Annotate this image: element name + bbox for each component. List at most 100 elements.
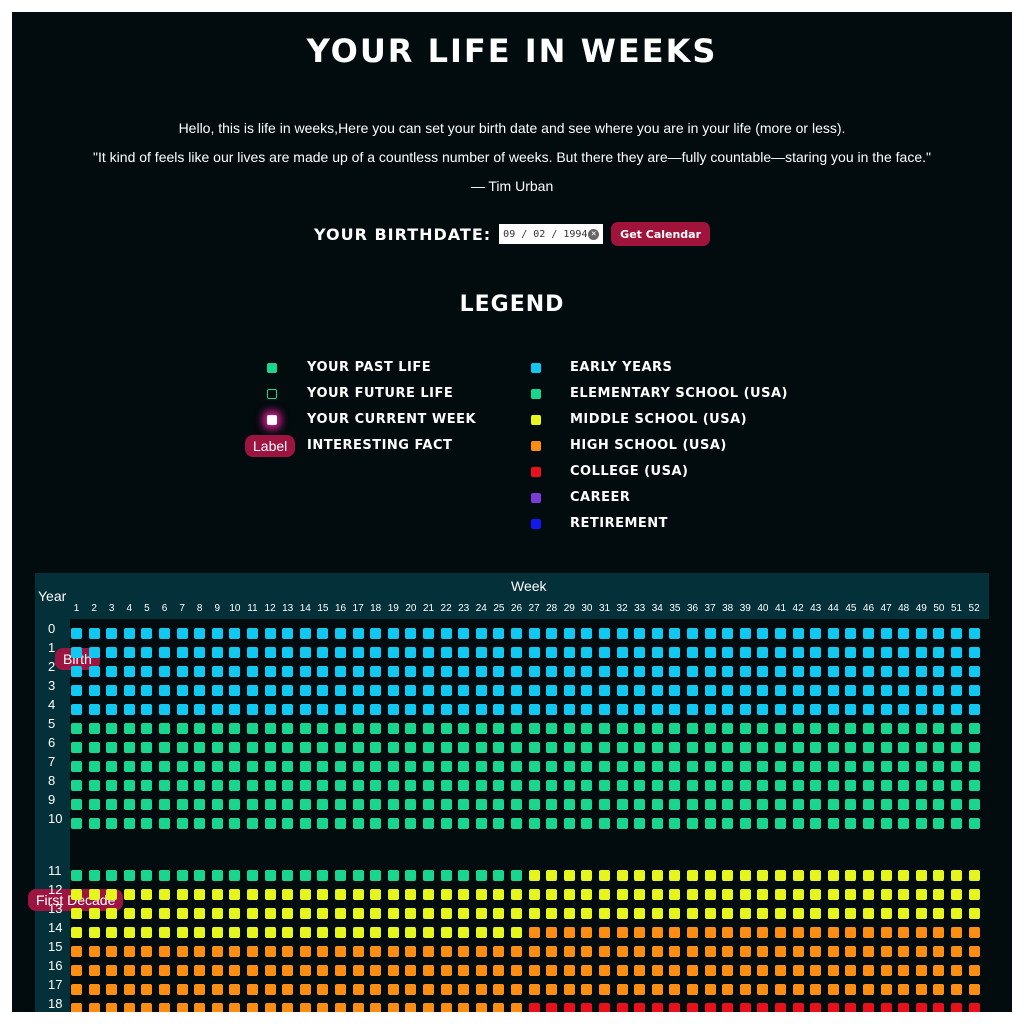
week-cell[interactable] [194,685,206,696]
week-cell[interactable] [616,704,628,715]
get-calendar-button[interactable]: Get Calendar [611,222,711,246]
week-cell[interactable] [405,761,417,772]
week-cell[interactable] [458,984,470,995]
week-cell[interactable] [775,723,786,734]
week-cell[interactable] [546,818,558,829]
week-cell[interactable] [423,742,434,753]
week-cell[interactable] [915,761,927,772]
week-cell[interactable] [88,628,100,639]
week-cell[interactable] [352,780,364,791]
week-cell[interactable] [739,628,751,639]
week-cell[interactable] [968,647,980,658]
week-cell[interactable] [933,889,945,900]
week-cell[interactable] [141,965,153,976]
week-cell[interactable] [123,628,135,639]
week-cell[interactable] [651,628,663,639]
week-cell[interactable] [669,628,681,639]
week-cell[interactable] [335,742,346,753]
week-cell[interactable] [176,685,188,696]
week-cell[interactable] [159,965,170,976]
week-cell[interactable] [845,889,857,900]
week-cell[interactable] [247,984,258,995]
week-cell[interactable] [106,780,118,791]
week-cell[interactable] [299,666,311,677]
week-cell[interactable] [827,1003,839,1012]
week-cell[interactable] [880,927,892,938]
week-cell[interactable] [669,780,681,791]
week-cell[interactable] [669,742,681,753]
week-cell[interactable] [898,927,910,938]
week-cell[interactable] [599,723,610,734]
week-cell[interactable] [387,723,399,734]
week-cell[interactable] [247,818,258,829]
week-cell[interactable] [211,647,223,658]
week-cell[interactable] [176,984,188,995]
week-cell[interactable] [722,889,734,900]
week-cell[interactable] [282,780,294,791]
week-cell[interactable] [317,889,329,900]
week-cell[interactable] [687,799,698,810]
week-cell[interactable] [264,761,276,772]
week-cell[interactable] [827,780,839,791]
week-cell[interactable] [581,889,593,900]
week-cell[interactable] [898,946,910,957]
week-cell[interactable] [722,666,734,677]
week-cell[interactable] [898,1003,910,1012]
week-cell[interactable] [616,946,628,957]
week-cell[interactable] [722,628,734,639]
week-cell[interactable] [475,685,487,696]
week-cell[interactable] [951,889,962,900]
week-cell[interactable] [511,761,522,772]
week-cell[interactable] [229,704,241,715]
week-cell[interactable] [915,666,927,677]
week-cell[interactable] [106,870,118,881]
week-cell[interactable] [898,799,910,810]
week-cell[interactable] [792,628,804,639]
week-cell[interactable] [968,927,980,938]
clear-icon[interactable]: ✕ [588,228,600,240]
week-cell[interactable] [159,927,170,938]
week-cell[interactable] [669,870,681,881]
week-cell[interactable] [493,908,505,919]
week-cell[interactable] [863,742,874,753]
week-cell[interactable] [528,780,540,791]
week-cell[interactable] [335,628,346,639]
week-cell[interactable] [106,984,118,995]
week-cell[interactable] [440,742,452,753]
week-cell[interactable] [951,965,962,976]
week-cell[interactable] [247,647,258,658]
week-cell[interactable] [898,761,910,772]
week-cell[interactable] [933,965,945,976]
week-cell[interactable] [475,870,487,881]
week-cell[interactable] [651,1003,663,1012]
week-cell[interactable] [194,628,206,639]
week-cell[interactable] [528,628,540,639]
week-cell[interactable] [475,908,487,919]
week-cell[interactable] [299,799,311,810]
week-cell[interactable] [757,818,769,829]
week-cell[interactable] [440,889,452,900]
week-cell[interactable] [880,908,892,919]
week-cell[interactable] [528,984,540,995]
week-cell[interactable] [880,870,892,881]
week-cell[interactable] [282,818,294,829]
week-cell[interactable] [528,666,540,677]
week-cell[interactable] [968,965,980,976]
week-cell[interactable] [475,647,487,658]
week-cell[interactable] [757,761,769,772]
week-cell[interactable] [546,723,558,734]
week-cell[interactable] [810,908,822,919]
week-cell[interactable] [687,704,698,715]
week-cell[interactable] [845,685,857,696]
week-cell[interactable] [915,799,927,810]
week-cell[interactable] [563,685,575,696]
week-cell[interactable] [88,870,100,881]
week-cell[interactable] [651,965,663,976]
week-cell[interactable] [704,965,716,976]
week-cell[interactable] [968,685,980,696]
week-cell[interactable] [71,965,82,976]
week-cell[interactable] [475,780,487,791]
week-cell[interactable] [141,742,153,753]
week-cell[interactable] [863,723,874,734]
week-cell[interactable] [757,908,769,919]
